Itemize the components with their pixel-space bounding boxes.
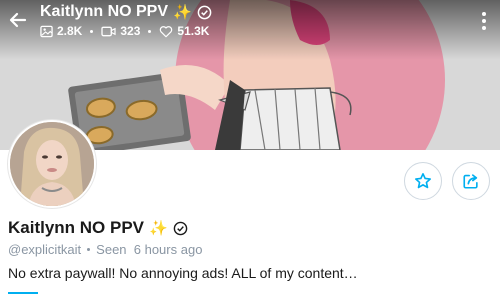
video-icon [101, 26, 116, 36]
likes-count-value: 51.3K [177, 24, 210, 38]
more-vertical-icon [482, 12, 486, 16]
username: @explicitkait [8, 242, 82, 257]
videos-count: 323 [101, 24, 140, 38]
verified-badge-icon [197, 5, 212, 19]
back-button[interactable] [4, 6, 32, 34]
star-icon [414, 172, 432, 189]
profile-bio: No extra paywall! No annoying ads! ALL o… [8, 265, 358, 281]
share-icon [463, 174, 478, 189]
profile-name: Kaitlynn NO PPV ✨ [8, 218, 188, 238]
sparkles-icon: ✨ [149, 220, 168, 237]
header-title: Kaitlynn NO PPV ✨ [40, 3, 212, 21]
meta-separator [87, 248, 91, 251]
add-to-favorites-button[interactable] [404, 162, 442, 200]
read-more-link[interactable] [8, 289, 48, 295]
sparkles-icon: ✨ [173, 4, 192, 21]
stats-separator [148, 29, 152, 33]
profile-meta: @explicitkait Seen 6 hours ago [8, 242, 202, 257]
likes-count: 51.3K [159, 24, 209, 38]
videos-count-value: 323 [120, 24, 141, 38]
more-options-button[interactable] [474, 8, 494, 34]
image-icon [40, 25, 53, 37]
header-stats: 2.8K 323 51.3K [40, 24, 209, 38]
avatar[interactable] [8, 120, 96, 208]
verified-badge-icon [173, 221, 188, 235]
photos-count-value: 2.8K [57, 24, 83, 38]
photos-count: 2.8K [40, 24, 82, 38]
stats-separator [90, 29, 94, 33]
profile-name-text: Kaitlynn NO PPV [8, 218, 145, 237]
header-title-text: Kaitlynn NO PPV [40, 3, 169, 20]
arrow-left-icon [9, 12, 27, 28]
last-seen: Seen 6 hours ago [96, 242, 203, 257]
top-bar: Kaitlynn NO PPV ✨ 2.8K 323 51.3K [0, 0, 500, 50]
share-button[interactable] [452, 162, 490, 200]
heart-icon [160, 25, 173, 37]
avatar-photo [10, 122, 94, 206]
